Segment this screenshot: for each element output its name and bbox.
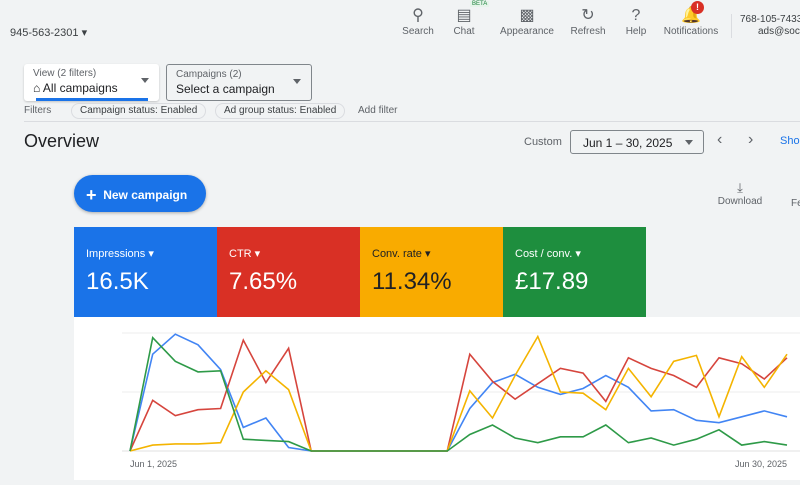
caret-down-icon: ▾ <box>575 248 581 260</box>
campaign-select[interactable]: Campaigns (2) Select a campaign <box>166 64 312 101</box>
tool-label: Notifications <box>663 26 719 37</box>
chevron-down-icon: ▾ <box>81 27 88 39</box>
metric-label: Conv. rate <box>372 248 422 260</box>
tool-label: Chat <box>453 26 475 37</box>
add-filter-button[interactable]: Add filter <box>358 105 397 116</box>
new-campaign-label: New campaign <box>103 188 188 202</box>
metric-card-ctr[interactable]: CTR ▾ 7.65% <box>217 227 360 317</box>
chat-icon: ▤ <box>456 7 472 24</box>
plus-icon: + <box>86 185 97 205</box>
download-button[interactable]: ⤓ Download <box>716 180 764 207</box>
page-title: Overview <box>24 131 100 151</box>
active-indicator <box>36 98 148 101</box>
filter-chip[interactable]: Campaign status: Enabled <box>71 103 207 119</box>
account-menu[interactable]: 768-105-7433 ads@soci <box>740 14 800 38</box>
filter-chip[interactable]: Ad group status: Enabled <box>215 103 346 119</box>
account-selector[interactable]: 945-563-2301 ▾ <box>0 26 87 39</box>
user-email: ads@soci <box>758 26 800 37</box>
metric-value: £17.89 <box>515 268 589 295</box>
x-tick-start: Jun 1, 2025 <box>130 459 177 469</box>
prev-period-button[interactable]: ‹ <box>717 131 722 149</box>
tool-label: Help <box>625 26 647 37</box>
chat-button[interactable]: ▤ BETA Chat <box>434 1 494 37</box>
alert-badge: ! <box>691 1 704 14</box>
view-label: View (2 filters) <box>33 68 97 79</box>
chart-panel: Jun 1, 2025 Jun 30, 2025 <box>74 317 800 480</box>
tool-label: Search <box>402 26 434 37</box>
view-select[interactable]: View (2 filters) ⌂ All campaigns <box>24 64 159 101</box>
metric-label: Cost / conv. <box>515 248 573 260</box>
caret-down-icon <box>293 79 301 84</box>
notifications-button[interactable]: 🔔! Notifications <box>660 1 722 37</box>
metric-value: 7.65% <box>229 268 298 295</box>
next-period-button[interactable]: › <box>748 131 753 149</box>
tool-label: Appearance <box>500 26 554 37</box>
caret-down-icon: ▾ <box>425 248 431 260</box>
metric-card-impressions[interactable]: Impressions ▾ 16.5K <box>74 227 217 317</box>
help-icon: ? <box>631 7 641 24</box>
caret-down-icon <box>685 140 693 145</box>
beta-badge: BETA <box>470 1 490 7</box>
metric-value: 11.34% <box>372 268 452 295</box>
metric-value: 16.5K <box>86 268 149 295</box>
appearance-button[interactable]: ▩ Appearance <box>497 6 557 37</box>
download-icon: ⤓ <box>737 180 743 195</box>
caret-down-icon: ▾ <box>254 248 261 260</box>
new-campaign-button[interactable]: + New campaign <box>74 175 206 212</box>
performance-chart: Jun 1, 2025 Jun 30, 2025 <box>122 332 800 469</box>
campaign-label: Campaigns (2) <box>176 69 242 80</box>
home-icon: ⌂ <box>33 81 41 95</box>
metric-card-conv-rate[interactable]: Conv. rate ▾ 11.34% <box>360 227 503 317</box>
download-label: Download <box>717 196 763 207</box>
divider <box>24 121 800 122</box>
view-value: All campaigns <box>42 81 118 95</box>
metric-label: Impressions <box>86 248 146 260</box>
help-button[interactable]: ? Help <box>606 6 666 37</box>
divider <box>731 14 732 38</box>
caret-down-icon: ▾ <box>148 248 154 260</box>
filters-label: Filters <box>24 105 52 116</box>
date-range-value: Jun 1 – 30, 2025 <box>583 136 673 150</box>
campaign-value: Select a campaign <box>176 82 275 96</box>
metric-card-cost-conv[interactable]: Cost / conv. ▾ £17.89 <box>503 227 646 317</box>
metric-label: CTR <box>229 248 252 260</box>
account-id: 945-563-2301 <box>10 27 79 39</box>
caret-down-icon <box>141 78 149 83</box>
range-label: Custom <box>524 136 562 148</box>
user-id: 768-105-7433 <box>740 14 800 25</box>
show-link[interactable]: Sho <box>780 135 800 147</box>
appearance-icon: ▩ <box>519 7 535 24</box>
series-line-cost-conv- <box>129 336 788 452</box>
more-button[interactable]: Fe <box>791 198 800 209</box>
date-range-select[interactable]: Jun 1 – 30, 2025 <box>570 130 704 154</box>
tool-label: Refresh <box>570 26 606 37</box>
x-tick-end: Jun 30, 2025 <box>735 459 787 469</box>
